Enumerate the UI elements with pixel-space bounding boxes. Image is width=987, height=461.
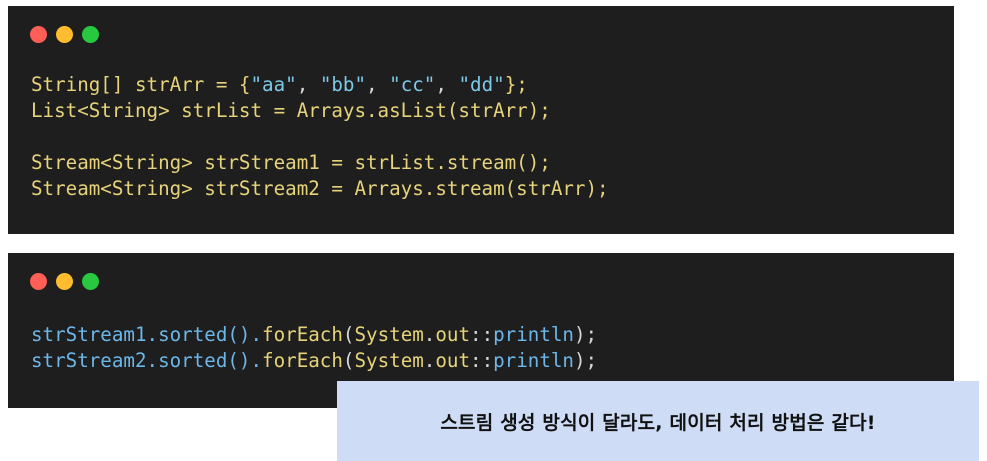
- code-token: List<String> strList = Arrays.asList(str…: [31, 99, 551, 122]
- code-token: out: [435, 349, 471, 372]
- code-token: ::: [470, 323, 494, 346]
- summary-note: 스트림 생성 방식이 달라도, 데이터 처리 방법은 같다!: [337, 381, 979, 461]
- code-token: System: [354, 323, 424, 346]
- code-token: System: [354, 349, 424, 372]
- code-line: strStream1.sorted().forEach(System.out::…: [31, 322, 597, 348]
- window-controls: [30, 273, 99, 290]
- code-token: "cc": [389, 73, 436, 96]
- code-window-1: String[] strArr = {"aa", "bb", "cc", "dd…: [8, 6, 954, 234]
- close-dot-icon: [30, 273, 47, 290]
- window-controls: [30, 26, 99, 43]
- code-token: ,: [296, 73, 320, 96]
- code-token: strStream2.sorted().: [31, 349, 263, 372]
- code-token: );: [574, 323, 598, 346]
- code-line: List<String> strList = Arrays.asList(str…: [31, 98, 609, 124]
- code-token: Stream<String> strStream1 = strList.stre…: [31, 151, 551, 174]
- code-token: .: [423, 349, 436, 372]
- code-token: strStream1.sorted().: [31, 323, 263, 346]
- code-token: ::: [470, 349, 494, 372]
- code-block-2: strStream1.sorted().forEach(System.out::…: [31, 322, 597, 374]
- code-line: String[] strArr = {"aa", "bb", "cc", "dd…: [31, 72, 609, 98]
- code-token: println: [493, 349, 574, 372]
- code-line: Stream<String> strStream2 = Arrays.strea…: [31, 176, 609, 202]
- code-token: out: [435, 323, 471, 346]
- minimize-dot-icon: [56, 273, 73, 290]
- code-token: forEach: [262, 323, 343, 346]
- code-token: );: [574, 349, 598, 372]
- code-line: Stream<String> strStream1 = strList.stre…: [31, 150, 609, 176]
- code-token: "dd": [458, 73, 505, 96]
- code-token: ,: [435, 73, 459, 96]
- code-token: (: [342, 349, 355, 372]
- code-token: forEach: [262, 349, 343, 372]
- maximize-dot-icon: [82, 273, 99, 290]
- code-token: println: [493, 323, 574, 346]
- code-token: "aa": [250, 73, 297, 96]
- code-line: strStream2.sorted().forEach(System.out::…: [31, 348, 597, 374]
- code-token: Stream<String> strStream2 = Arrays.strea…: [31, 177, 609, 200]
- code-token: .: [423, 323, 436, 346]
- code-token: ,: [366, 73, 390, 96]
- code-block-1: String[] strArr = {"aa", "bb", "cc", "dd…: [31, 72, 609, 202]
- close-dot-icon: [30, 26, 47, 43]
- maximize-dot-icon: [82, 26, 99, 43]
- code-token: (: [342, 323, 355, 346]
- code-token: "bb": [319, 73, 367, 96]
- minimize-dot-icon: [56, 26, 73, 43]
- code-token: String[] strArr = {: [31, 73, 251, 96]
- code-token: };: [504, 73, 528, 96]
- summary-note-text: 스트림 생성 방식이 달라도, 데이터 처리 방법은 같다!: [440, 411, 876, 434]
